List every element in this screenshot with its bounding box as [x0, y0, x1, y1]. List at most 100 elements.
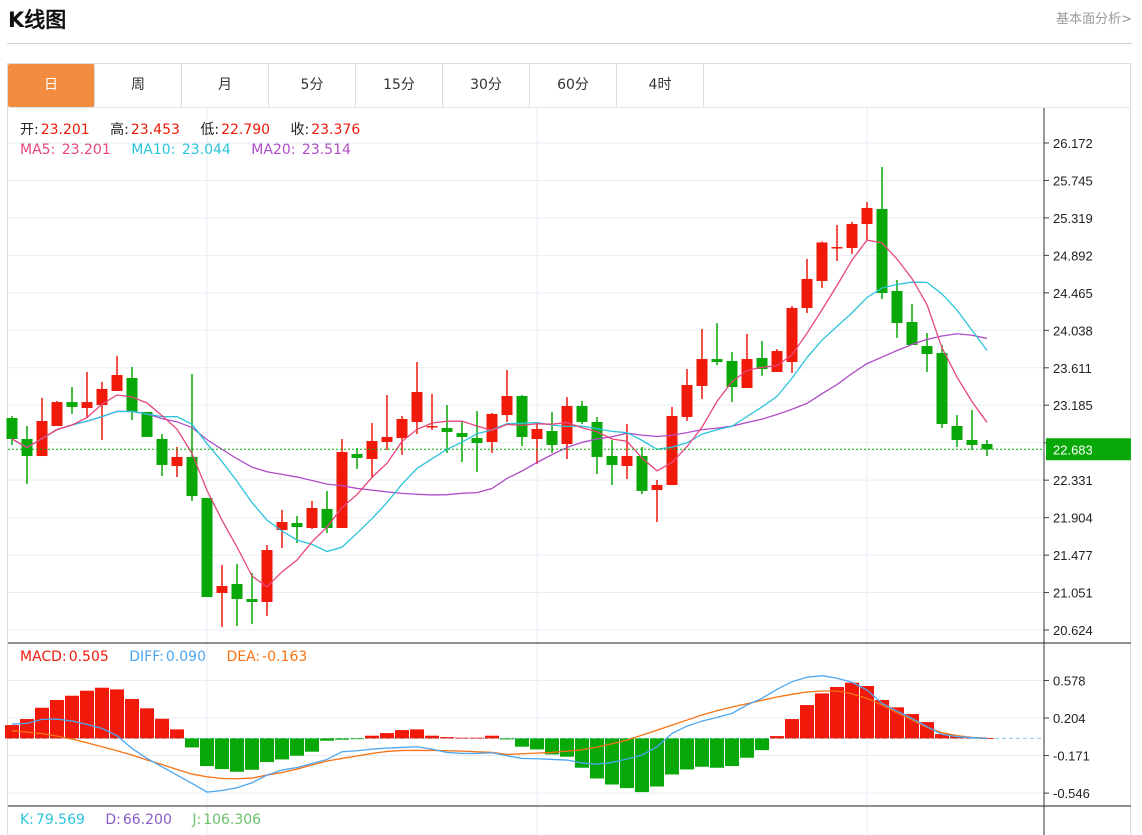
candle-body [366, 441, 378, 460]
candle [816, 241, 828, 289]
macd-bar [785, 719, 799, 739]
candle-body [426, 426, 438, 428]
candle-body [906, 321, 918, 345]
candle-body [321, 508, 333, 529]
low-label: 低: [200, 122, 220, 138]
candle [306, 500, 318, 529]
candle [201, 497, 213, 597]
candle [771, 349, 783, 373]
candle-body [831, 247, 843, 249]
candle-body [771, 351, 783, 373]
macd-bar [725, 738, 739, 767]
price-tick-label: 24.038 [1053, 323, 1093, 338]
candle [651, 479, 663, 523]
macd-bar [890, 707, 904, 739]
ma20-line [11, 333, 988, 496]
diff-label: DIFF: [129, 649, 164, 665]
d-label: D: [105, 812, 121, 828]
candle [441, 405, 453, 453]
candle-body [501, 395, 513, 416]
macd-bar [755, 738, 769, 751]
candle [741, 334, 753, 388]
candle [726, 352, 738, 403]
macd-bar [200, 738, 214, 767]
candle [861, 201, 873, 240]
macd-bar [320, 738, 334, 741]
candle [471, 410, 483, 472]
kdj-readout: K: 79.569 D: 66.200 J: 106.306 [20, 812, 263, 828]
macd-tick-label: -0.171 [1053, 749, 1090, 764]
macd-readout: MACD: 0.505 DIFF: 0.090 DEA: -0.163 [20, 649, 309, 665]
candle [681, 369, 693, 421]
candle-body [381, 436, 393, 442]
price-tick-label: 23.185 [1053, 398, 1093, 413]
macd-bar [635, 738, 649, 793]
candle-body [126, 377, 138, 412]
macd-bar [425, 735, 439, 739]
macd-bar [140, 708, 154, 739]
macd-bar [695, 738, 709, 767]
candle [786, 306, 798, 373]
candle-body [891, 290, 903, 324]
candle-body [336, 451, 348, 529]
diff-value: 0.090 [165, 649, 206, 665]
candle-body [111, 375, 123, 391]
k-value: 79.569 [35, 812, 85, 828]
j-label: J: [192, 812, 202, 828]
ma5-line [11, 239, 988, 588]
macd-bar [65, 695, 79, 739]
candle [906, 303, 918, 345]
candle-body [681, 385, 693, 417]
candle [81, 372, 93, 419]
macd-bar [245, 738, 259, 770]
price-tick-label: 21.477 [1053, 548, 1093, 563]
candle-body [966, 439, 978, 445]
candle-body [621, 456, 633, 467]
macd-bar [620, 738, 634, 789]
macd-bar [650, 738, 664, 787]
price-tick-label: 24.465 [1053, 286, 1093, 301]
candle-body [96, 388, 108, 406]
candle [486, 413, 498, 453]
candle [291, 515, 303, 544]
macd-tick-label: 0.578 [1053, 673, 1086, 688]
candle [546, 411, 558, 453]
candle [156, 433, 168, 476]
ma20-value: 23.514 [301, 142, 351, 158]
candle-body [411, 392, 423, 422]
macd-bar [125, 699, 139, 739]
price-tick-label: 25.319 [1053, 211, 1093, 226]
macd-bar [680, 738, 694, 770]
candle-body [6, 418, 18, 439]
price-tick-label: 25.745 [1053, 173, 1093, 188]
ma20-label: MA20: [251, 142, 296, 158]
macd-tick-label: 0.204 [1053, 711, 1086, 726]
ma10-label: MA10: [131, 142, 176, 158]
candle-body [981, 443, 993, 450]
macd-bar [395, 730, 409, 739]
candle [966, 410, 978, 450]
candle-body [801, 278, 813, 309]
candle [576, 400, 588, 424]
candle-body [51, 402, 63, 427]
candle [336, 438, 348, 529]
dea-label: DEA: [226, 649, 261, 665]
candle-body [546, 431, 558, 445]
macd-bar [170, 729, 184, 739]
candle-body [216, 586, 228, 593]
candle-body [516, 395, 528, 437]
k-label: K: [20, 812, 34, 828]
candle [51, 400, 63, 427]
macd-bar [530, 738, 544, 750]
open-value: 23.201 [40, 122, 90, 138]
candle [516, 395, 528, 447]
macd-bar [800, 705, 814, 739]
macd-bar [215, 738, 229, 770]
candle-body [441, 428, 453, 432]
candle-body [936, 352, 948, 424]
candle [261, 545, 273, 616]
candle [216, 564, 228, 628]
macd-bar [380, 733, 394, 739]
macd-tick-label: -0.546 [1053, 786, 1090, 801]
candle-body [921, 346, 933, 355]
